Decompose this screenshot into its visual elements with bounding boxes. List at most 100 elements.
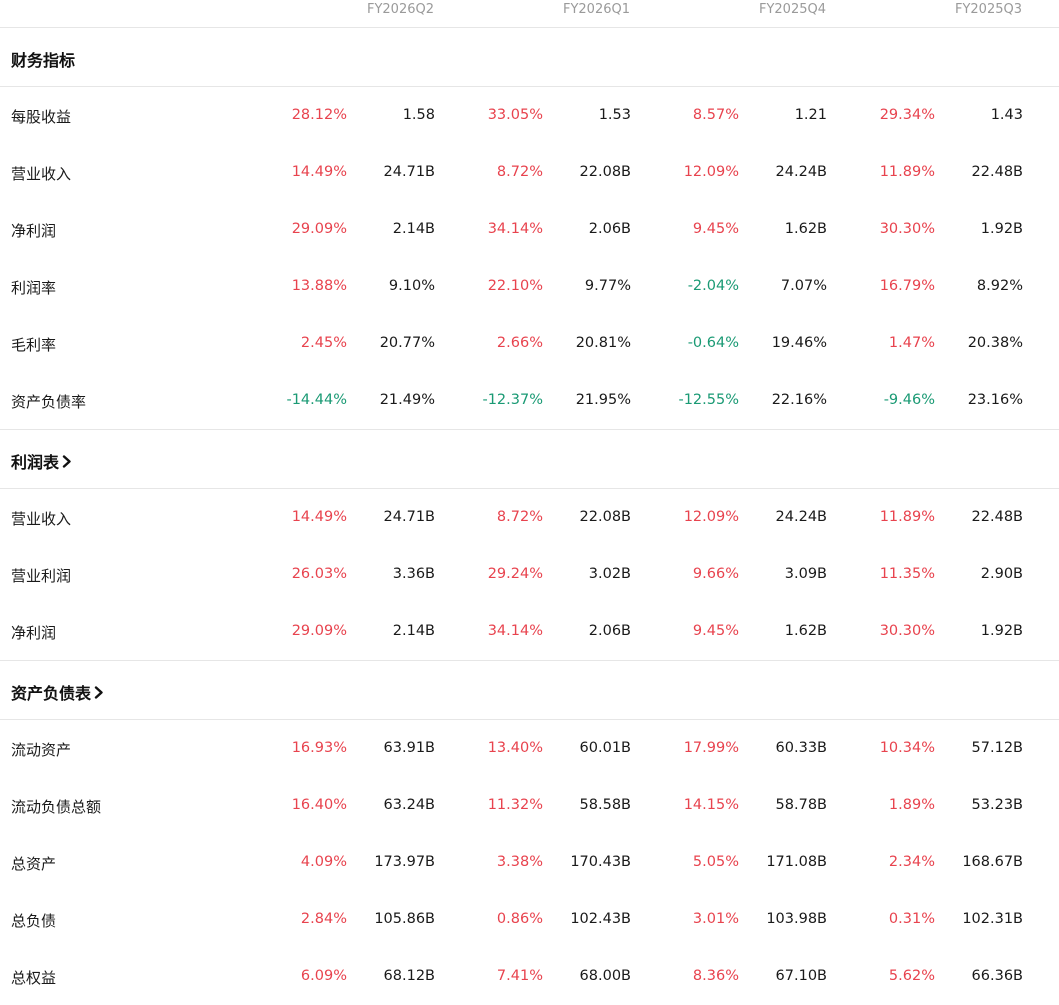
period-label: FY2025Q3	[954, 2, 1022, 17]
value: 2.06B	[588, 221, 631, 237]
change-percent: 26.03%	[291, 566, 347, 582]
row-label: 利润率	[11, 279, 57, 297]
change-percent: 29.09%	[291, 623, 347, 639]
change-percent: 16.93%	[291, 740, 347, 756]
value: 1.92B	[980, 623, 1023, 639]
section-title: 财务指标	[11, 51, 76, 70]
value: 1.62B	[784, 221, 827, 237]
value: 57.12B	[971, 740, 1023, 756]
change-percent: 5.05%	[692, 854, 739, 870]
change-percent: 13.40%	[487, 740, 543, 756]
change-percent: 1.89%	[888, 797, 935, 813]
table-row: 营业收入 14.49% 24.71B 8.72% 22.08B 12.09% 2…	[0, 489, 1059, 546]
change-percent: 3.01%	[692, 911, 739, 927]
table-row: 总权益 6.09% 68.12B 7.41% 68.00B 8.36% 67.1…	[0, 948, 1059, 1005]
table-row: 资产负债率 -14.44% 21.49% -12.37% 21.95% -12.…	[0, 372, 1059, 429]
change-percent: -9.46%	[883, 392, 935, 408]
section-title: 利润表	[11, 453, 60, 472]
value: 3.36B	[392, 566, 435, 582]
change-percent: 14.49%	[291, 164, 347, 180]
change-percent: 16.40%	[291, 797, 347, 813]
value: 170.43B	[570, 854, 631, 870]
value: 22.08B	[579, 509, 631, 525]
section-title: 资产负债表	[11, 684, 92, 703]
row-label: 流动负债总额	[11, 798, 102, 816]
change-percent: -0.64%	[687, 335, 739, 351]
value: 68.12B	[383, 968, 435, 984]
change-percent: 7.41%	[496, 968, 543, 984]
value: 24.71B	[383, 509, 435, 525]
table-row: 净利润 29.09% 2.14B 34.14% 2.06B 9.45% 1.62…	[0, 201, 1059, 258]
row-label: 资产负债率	[11, 393, 87, 411]
value: 20.38%	[967, 335, 1023, 351]
value: 22.08B	[579, 164, 631, 180]
change-percent: -12.55%	[678, 392, 739, 408]
change-percent: 12.09%	[683, 509, 739, 525]
value: 24.24B	[775, 509, 827, 525]
change-percent: -14.44%	[286, 392, 347, 408]
value: 21.95%	[575, 392, 631, 408]
change-percent: 8.72%	[496, 164, 543, 180]
value: 21.49%	[379, 392, 435, 408]
value: 9.77%	[584, 278, 631, 294]
change-percent: 13.88%	[291, 278, 347, 294]
value: 19.46%	[771, 335, 827, 351]
change-percent: 11.89%	[879, 509, 935, 525]
table-row: 毛利率 2.45% 20.77% 2.66% 20.81% -0.64% 19.…	[0, 315, 1059, 372]
value: 22.16%	[771, 392, 827, 408]
value: 9.10%	[388, 278, 435, 294]
value: 1.58	[402, 107, 435, 123]
value: 168.67B	[962, 854, 1023, 870]
value: 2.14B	[392, 623, 435, 639]
change-percent: 11.32%	[487, 797, 543, 813]
change-percent: 2.45%	[300, 335, 347, 351]
section-header-financial-indicators: 财务指标	[0, 28, 1059, 87]
section-header-income-statement[interactable]: 利润表	[0, 429, 1059, 489]
value: 103.98B	[766, 911, 827, 927]
change-percent: 4.09%	[300, 854, 347, 870]
row-label: 毛利率	[11, 336, 57, 354]
value: 22.48B	[971, 164, 1023, 180]
row-label: 营业收入	[11, 165, 72, 183]
value: 102.31B	[962, 911, 1023, 927]
value: 20.77%	[379, 335, 435, 351]
section-link[interactable]: 利润表	[11, 449, 72, 473]
value: 63.24B	[383, 797, 435, 813]
table-row: 营业收入 14.49% 24.71B 8.72% 22.08B 12.09% 2…	[0, 144, 1059, 201]
value: 102.43B	[570, 911, 631, 927]
value: 24.71B	[383, 164, 435, 180]
change-percent: 5.62%	[888, 968, 935, 984]
value: 24.24B	[775, 164, 827, 180]
change-percent: 1.47%	[888, 335, 935, 351]
value: 66.36B	[971, 968, 1023, 984]
chevron-right-icon	[94, 685, 103, 699]
value: 173.97B	[374, 854, 435, 870]
table-row: 净利润 29.09% 2.14B 34.14% 2.06B 9.45% 1.62…	[0, 603, 1059, 660]
change-percent: 12.09%	[683, 164, 739, 180]
section-link[interactable]: 资产负债表	[11, 680, 104, 704]
change-percent: 9.45%	[692, 623, 739, 639]
section-header-balance-sheet[interactable]: 资产负债表	[0, 660, 1059, 720]
table-row: 总负债 2.84% 105.86B 0.86% 102.43B 3.01% 10…	[0, 891, 1059, 948]
change-percent: 17.99%	[683, 740, 739, 756]
period-label: FY2026Q2	[366, 2, 434, 17]
change-percent: 10.34%	[879, 740, 935, 756]
value: 20.81%	[575, 335, 631, 351]
change-percent: 9.45%	[692, 221, 739, 237]
table-row: 每股收益 28.12% 1.58 33.05% 1.53 8.57% 1.21 …	[0, 87, 1059, 144]
change-percent: 14.15%	[683, 797, 739, 813]
value: 3.02B	[588, 566, 631, 582]
row-label: 营业利润	[11, 567, 72, 585]
change-percent: 3.38%	[496, 854, 543, 870]
period-header: FY2026Q2 FY2026Q1 FY2025Q4 FY2025Q3	[0, 0, 1059, 28]
value: 171.08B	[766, 854, 827, 870]
value: 1.43	[990, 107, 1023, 123]
change-percent: 6.09%	[300, 968, 347, 984]
row-label: 营业收入	[11, 510, 72, 528]
value: 60.33B	[775, 740, 827, 756]
value: 58.78B	[775, 797, 827, 813]
change-percent: -12.37%	[482, 392, 543, 408]
chevron-right-icon	[62, 454, 71, 468]
value: 1.21	[794, 107, 827, 123]
change-percent: 29.09%	[291, 221, 347, 237]
